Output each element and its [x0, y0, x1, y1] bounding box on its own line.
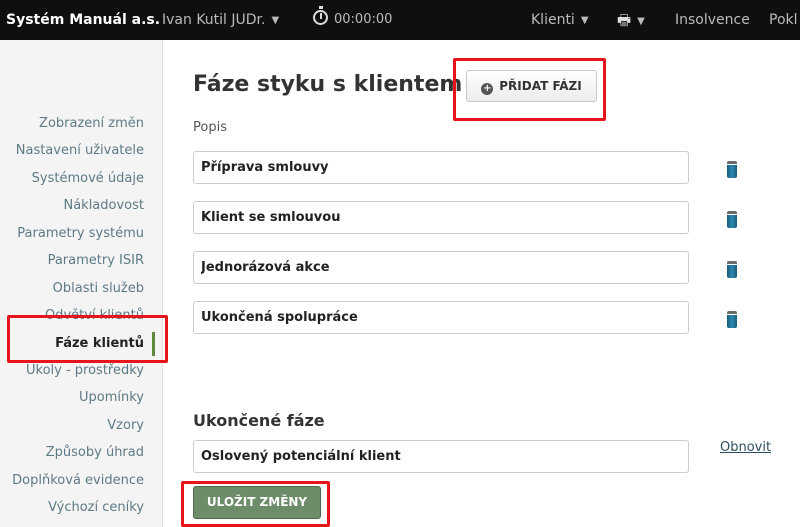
plus-circle-icon: +: [481, 83, 494, 95]
sidebar-item-ukoly-prostredky[interactable]: Úkoly - prostředky: [26, 357, 144, 384]
timer[interactable]: 00:00:00: [313, 0, 392, 40]
trash-icon[interactable]: [726, 311, 738, 328]
ended-phase-input[interactable]: [193, 440, 689, 473]
sidebar-item-zobrazeni-zmen[interactable]: Zobrazení změn: [39, 110, 144, 137]
save-changes-button[interactable]: ULOŽIT ZMĚNY: [193, 486, 321, 519]
nav-clients[interactable]: Klienti ▼: [531, 0, 589, 40]
sidebar-item-parametry-systemu[interactable]: Parametry systému: [17, 220, 144, 247]
printer-icon: 🖶: [617, 11, 632, 29]
top-bar: Systém Manuál a.s. Ivan Kutil JUDr. ▼ 00:…: [0, 0, 800, 40]
sidebar-item-doplnkova-evidence[interactable]: Doplňková evidence: [12, 467, 144, 494]
active-indicator: [152, 332, 155, 356]
sidebar-item-vychozi-ceniky[interactable]: Výchozí ceníky: [48, 494, 144, 521]
sidebar-item-zpusoby-uhrad[interactable]: Způsoby úhrad: [46, 439, 144, 466]
brand-name[interactable]: Systém Manuál a.s.: [6, 0, 160, 40]
stopwatch-icon: [313, 6, 328, 25]
user-name: Ivan Kutil JUDr.: [162, 12, 266, 28]
timer-value: 00:00:00: [334, 12, 393, 27]
nav-pokl[interactable]: Pokl: [769, 0, 798, 40]
chevron-down-icon: ▼: [271, 15, 280, 26]
nav-clients-label: Klienti: [531, 12, 575, 28]
main-content: Fáze styku s klientem + PŘIDAT FÁZI Popis…: [163, 40, 800, 527]
page-title: Fáze styku s klientem: [193, 72, 463, 97]
phase-input[interactable]: [193, 251, 689, 284]
sidebar: Zobrazení změn Nastavení uživatele Systé…: [0, 40, 163, 527]
chevron-down-icon: ▼: [580, 15, 589, 26]
add-phase-button[interactable]: + PŘIDAT FÁZI: [466, 70, 597, 102]
phase-input[interactable]: [193, 301, 689, 334]
trash-icon[interactable]: [726, 211, 738, 228]
sidebar-item-oblasti-sluzeb[interactable]: Oblasti služeb: [53, 275, 144, 302]
phase-input[interactable]: [193, 201, 689, 234]
chevron-down-icon: ▼: [637, 16, 645, 27]
sidebar-item-vzory[interactable]: Vzory: [107, 412, 144, 439]
sidebar-item-parametry-isir[interactable]: Parametry ISIR: [48, 247, 144, 274]
sidebar-item-odvetvi-klientu[interactable]: Odvětví klientů: [45, 302, 144, 329]
trash-icon[interactable]: [726, 261, 738, 278]
sidebar-item-systemove-udaje[interactable]: Systémové údaje: [32, 165, 144, 192]
refresh-link[interactable]: Obnovit: [720, 440, 771, 455]
nav-printer-menu[interactable]: 🖶 ▼: [617, 0, 645, 40]
sidebar-item-nakladovost[interactable]: Nákladovost: [63, 192, 144, 219]
ended-phases-heading: Ukončené fáze: [193, 411, 325, 430]
phase-input[interactable]: [193, 151, 689, 184]
nav-insolvence[interactable]: Insolvence: [675, 0, 750, 40]
description-label: Popis: [193, 120, 227, 135]
trash-icon[interactable]: [726, 161, 738, 178]
sidebar-item-faze-klientu[interactable]: Fáze klientů: [55, 330, 144, 357]
sidebar-item-nastaveni-uzivatele[interactable]: Nastavení uživatele: [16, 137, 144, 164]
sidebar-item-upominky[interactable]: Upomínky: [79, 384, 144, 411]
add-phase-label: PŘIDAT FÁZI: [499, 79, 582, 93]
user-menu[interactable]: Ivan Kutil JUDr. ▼: [162, 0, 279, 40]
